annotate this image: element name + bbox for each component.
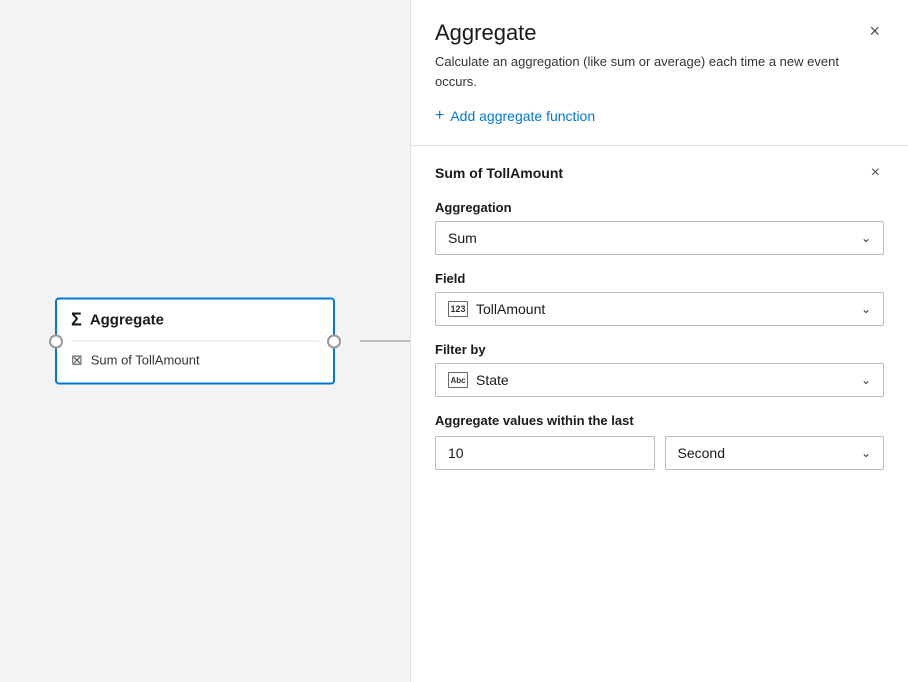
- node-title: Σ Aggregate: [71, 310, 319, 331]
- aggregate-node[interactable]: Σ Aggregate ⊠ Sum of TollAmount: [55, 298, 335, 385]
- field-dropdown[interactable]: 123 TollAmount ⌄: [435, 292, 884, 326]
- within-unit-dropdown[interactable]: Second ⌄: [665, 436, 885, 470]
- function-header: Sum of TollAmount ×: [435, 162, 884, 184]
- within-number-wrap: [435, 436, 655, 470]
- panel-header: Aggregate ×: [411, 0, 908, 52]
- field-value-display: 123 TollAmount: [448, 301, 545, 317]
- right-connector[interactable]: [327, 334, 341, 348]
- filter-field-group: Filter by Abc State ⌄: [435, 342, 884, 397]
- filter-dropdown[interactable]: Abc State ⌄: [435, 363, 884, 397]
- panel-close-button[interactable]: ×: [865, 20, 884, 42]
- node-output: ⊠ Sum of TollAmount: [71, 352, 319, 369]
- function-section: Sum of TollAmount × Aggregation Sum ⌄ Fi…: [411, 146, 908, 502]
- function-name: Sum of TollAmount: [435, 165, 563, 181]
- filter-label: Filter by: [435, 342, 884, 357]
- field-chevron-icon: ⌄: [861, 302, 871, 316]
- right-panel: Aggregate × Calculate an aggregation (li…: [410, 0, 908, 682]
- aggregation-label: Aggregation: [435, 200, 884, 215]
- field-field-group: Field 123 TollAmount ⌄: [435, 271, 884, 326]
- node-output-label: Sum of TollAmount: [91, 353, 200, 368]
- field-value-text: TollAmount: [476, 301, 545, 317]
- filter-value-display: Abc State: [448, 372, 509, 388]
- string-field-icon: Abc: [448, 372, 468, 388]
- node-divider: [71, 341, 319, 342]
- plus-icon: +: [435, 107, 444, 125]
- within-unit-wrap: Second ⌄: [665, 436, 885, 470]
- filter-value-text: State: [476, 372, 509, 388]
- aggregation-field-group: Aggregation Sum ⌄: [435, 200, 884, 255]
- connection-curve: [350, 0, 410, 682]
- aggregation-value: Sum: [448, 230, 477, 246]
- left-connector[interactable]: [49, 334, 63, 348]
- numeric-field-icon: 123: [448, 301, 468, 317]
- within-field-group: Aggregate values within the last Second …: [435, 413, 884, 470]
- within-label: Aggregate values within the last: [435, 413, 884, 428]
- add-function-label: Add aggregate function: [450, 108, 595, 124]
- within-unit-chevron-icon: ⌄: [861, 446, 871, 460]
- within-unit-value: Second: [678, 445, 725, 461]
- table-icon: ⊠: [71, 352, 83, 369]
- panel-title: Aggregate: [435, 20, 537, 46]
- node-title-text: Aggregate: [90, 312, 164, 329]
- field-label: Field: [435, 271, 884, 286]
- aggregation-dropdown[interactable]: Sum ⌄: [435, 221, 884, 255]
- within-number-input[interactable]: [435, 436, 655, 470]
- panel-description: Calculate an aggregation (like sum or av…: [411, 52, 908, 107]
- filter-chevron-icon: ⌄: [861, 373, 871, 387]
- sigma-icon: Σ: [71, 310, 82, 331]
- within-inline-row: Second ⌄: [435, 436, 884, 470]
- aggregation-chevron-icon: ⌄: [861, 231, 871, 245]
- function-close-button[interactable]: ×: [867, 162, 884, 184]
- canvas-area: Σ Aggregate ⊠ Sum of TollAmount: [0, 0, 410, 682]
- add-aggregate-function-button[interactable]: + Add aggregate function: [435, 107, 884, 125]
